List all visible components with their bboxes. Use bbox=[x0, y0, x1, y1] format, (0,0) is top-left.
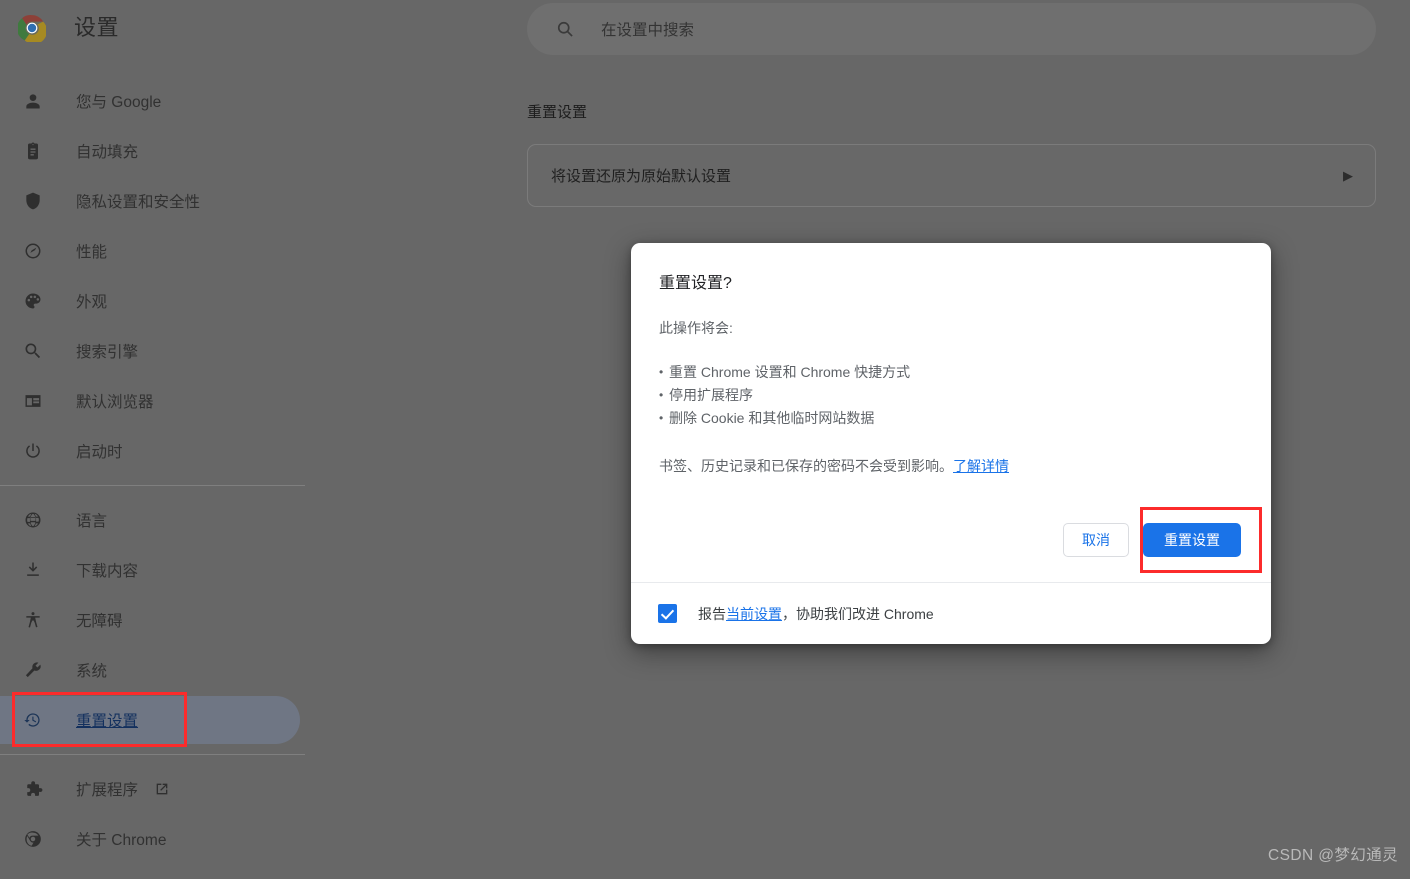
sidebar-item-reset-settings[interactable]: 重置设置 bbox=[0, 695, 305, 745]
sidebar-item-label: 语言 bbox=[76, 513, 108, 530]
sidebar-item-label: 外观 bbox=[76, 294, 108, 311]
dialog-body: 重置设置? 此操作将会: 重置 Chrome 设置和 Chrome 快捷方式 停… bbox=[631, 243, 1271, 476]
sidebar-item-label: 无障碍 bbox=[76, 613, 123, 630]
dialog-footnote: 书签、历史记录和已保存的密码不会受到影响。了解详情 bbox=[659, 456, 1243, 476]
sidebar-item-label: 您与 Google bbox=[76, 94, 162, 111]
learn-more-link[interactable]: 了解详情 bbox=[953, 458, 1009, 474]
person-icon bbox=[22, 90, 44, 112]
browser-window-icon bbox=[22, 390, 44, 412]
reset-settings-dialog: 重置设置? 此操作将会: 重置 Chrome 设置和 Chrome 快捷方式 停… bbox=[631, 243, 1271, 644]
restore-defaults-label: 将设置还原为原始默认设置 bbox=[551, 168, 732, 185]
sidebar-item-label: 自动填充 bbox=[76, 144, 139, 161]
search-input-placeholder[interactable]: 在设置中搜索 bbox=[601, 18, 694, 40]
brand-header: 设置 bbox=[18, 14, 119, 42]
reset-settings-confirm-button[interactable]: 重置设置 bbox=[1143, 523, 1241, 557]
sidebar-item-languages[interactable]: 语言 bbox=[0, 495, 305, 545]
wrench-icon bbox=[22, 659, 44, 681]
dialog-title: 重置设置? bbox=[659, 275, 732, 292]
dialog-footnote-text: 书签、历史记录和已保存的密码不会受到影响。 bbox=[659, 458, 953, 474]
sidebar-item-label: 下载内容 bbox=[76, 563, 139, 580]
sidebar-item-label: 系统 bbox=[76, 663, 108, 680]
list-item: 删除 Cookie 和其他临时网站数据 bbox=[659, 407, 1243, 430]
chrome-logo-icon bbox=[18, 14, 46, 42]
sidebar-item-about-chrome[interactable]: 关于 Chrome bbox=[0, 814, 305, 864]
sidebar-item-on-startup[interactable]: 启动时 bbox=[0, 426, 305, 476]
sidebar-item-label: 关于 Chrome bbox=[76, 832, 167, 849]
report-label-suffix: ，协助我们改进 Chrome bbox=[782, 605, 934, 622]
sidebar-item-accessibility[interactable]: 无障碍 bbox=[0, 595, 305, 645]
list-item: 停用扩展程序 bbox=[659, 384, 1243, 407]
sidebar-item-label: 隐私设置和安全性 bbox=[76, 194, 201, 211]
search-icon bbox=[22, 340, 44, 362]
open-in-new-icon bbox=[154, 781, 170, 797]
restore-defaults-row[interactable]: 将设置还原为原始默认设置 ▶ bbox=[527, 144, 1376, 207]
report-settings-checkbox-row: 报告当前设置，协助我们改进 Chrome bbox=[631, 583, 1271, 644]
sidebar-item-autofill[interactable]: 自动填充 bbox=[0, 126, 305, 176]
puzzle-icon bbox=[22, 778, 44, 800]
sidebar-item-you-and-google[interactable]: 您与 Google bbox=[0, 76, 305, 126]
current-settings-link[interactable]: 当前设置 bbox=[726, 606, 782, 622]
sidebar-item-label: 扩展程序 bbox=[76, 782, 139, 799]
sidebar-item-appearance[interactable]: 外观 bbox=[0, 276, 305, 326]
report-settings-label: 报告当前设置，协助我们改进 Chrome bbox=[698, 604, 934, 624]
shield-icon bbox=[22, 190, 44, 212]
list-item: 重置 Chrome 设置和 Chrome 快捷方式 bbox=[659, 361, 1243, 384]
sidebar-item-label: 重置设置 bbox=[76, 713, 139, 730]
chrome-outline-icon bbox=[22, 828, 44, 850]
sidebar-item-search-engine[interactable]: 搜索引擎 bbox=[0, 326, 305, 376]
sidebar: 设置 您与 Google 自动填充 隐私设置和安全性 性能 外观 搜索引擎 默认… bbox=[0, 0, 305, 879]
report-label-prefix: 报告 bbox=[698, 605, 726, 622]
clipboard-icon bbox=[22, 140, 44, 162]
page-title: 设置 bbox=[74, 15, 120, 40]
sidebar-item-performance[interactable]: 性能 bbox=[0, 226, 305, 276]
sidebar-item-privacy-security[interactable]: 隐私设置和安全性 bbox=[0, 176, 305, 226]
sidebar-item-label: 搜索引擎 bbox=[76, 344, 139, 361]
dialog-lead-text: 此操作将会: bbox=[659, 320, 733, 336]
sidebar-divider-1 bbox=[0, 485, 305, 486]
accessibility-icon bbox=[22, 609, 44, 631]
history-restore-icon bbox=[22, 709, 44, 731]
sidebar-nav: 您与 Google 自动填充 隐私设置和安全性 性能 外观 搜索引擎 默认浏览器… bbox=[0, 76, 305, 864]
sidebar-item-system[interactable]: 系统 bbox=[0, 645, 305, 695]
section-title-reset-settings: 重置设置 bbox=[527, 104, 588, 121]
sidebar-item-downloads[interactable]: 下载内容 bbox=[0, 545, 305, 595]
settings-page-root: 设置 您与 Google 自动填充 隐私设置和安全性 性能 外观 搜索引擎 默认… bbox=[0, 0, 1410, 879]
cancel-button[interactable]: 取消 bbox=[1063, 523, 1129, 557]
dialog-action-bar: 取消 重置设置 bbox=[631, 498, 1271, 582]
palette-icon bbox=[22, 290, 44, 312]
dialog-effect-list: 重置 Chrome 设置和 Chrome 快捷方式 停用扩展程序 删除 Cook… bbox=[659, 361, 1243, 430]
sidebar-item-label: 默认浏览器 bbox=[76, 394, 154, 411]
power-icon bbox=[22, 440, 44, 462]
watermark: CSDN @梦幻通灵 bbox=[1268, 847, 1398, 864]
download-icon bbox=[22, 559, 44, 581]
sidebar-item-label: 性能 bbox=[76, 244, 108, 261]
globe-icon bbox=[22, 509, 44, 531]
sidebar-divider-2 bbox=[0, 754, 305, 755]
search-settings-bar[interactable]: 在设置中搜索 bbox=[527, 3, 1376, 55]
report-settings-checkbox[interactable] bbox=[658, 604, 677, 623]
chevron-right-icon: ▶ bbox=[1343, 168, 1353, 183]
speedometer-icon bbox=[22, 240, 44, 262]
sidebar-item-label: 启动时 bbox=[76, 444, 123, 461]
sidebar-item-default-browser[interactable]: 默认浏览器 bbox=[0, 376, 305, 426]
search-icon bbox=[555, 19, 575, 39]
sidebar-item-extensions[interactable]: 扩展程序 bbox=[0, 764, 305, 814]
